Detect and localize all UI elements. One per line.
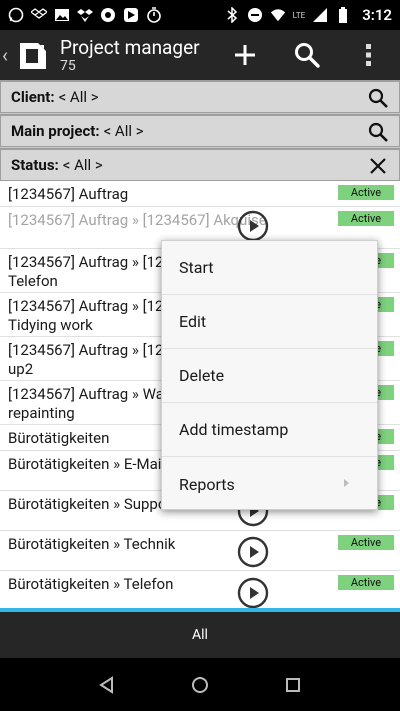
status-filter-value: < All > bbox=[62, 156, 103, 174]
action-buttons bbox=[214, 30, 400, 80]
main-project-filter[interactable]: Main project: < All > bbox=[0, 114, 400, 147]
search-icon bbox=[295, 43, 320, 68]
add-button[interactable] bbox=[214, 30, 276, 80]
navigation-bar bbox=[0, 658, 400, 711]
project-name: Bürotätigkeiten » Telefon bbox=[8, 575, 174, 593]
menu-item-start[interactable]: Start bbox=[162, 241, 377, 295]
menu-item-edit[interactable]: Edit bbox=[162, 295, 377, 349]
home-circle-icon bbox=[191, 676, 208, 693]
wifi-icon bbox=[270, 7, 286, 23]
app-logo-icon[interactable] bbox=[18, 39, 50, 71]
list-item[interactable]: Bürotätigkeiten » Technik Active bbox=[0, 531, 400, 571]
search-button[interactable] bbox=[276, 30, 338, 80]
project-name: [1234567] Auftrag bbox=[8, 185, 129, 203]
main-project-search-icon[interactable] bbox=[367, 121, 389, 143]
screen: LTE 3:12 ‹ Project manager 75 Client: < … bbox=[0, 0, 400, 711]
main-project-filter-label: Main project: bbox=[11, 122, 100, 140]
nav-home-button[interactable] bbox=[185, 670, 215, 700]
network-type-label: LTE bbox=[292, 10, 306, 20]
back-chevron-icon[interactable]: ‹ bbox=[2, 43, 16, 67]
video-icon bbox=[123, 7, 139, 23]
status-filter[interactable]: Status: < All > bbox=[0, 148, 400, 181]
title-block: Project manager 75 bbox=[60, 37, 200, 74]
project-count: 75 bbox=[60, 57, 76, 74]
project-name: [1234567] Auftrag » [1234567] Akquise bbox=[8, 211, 267, 229]
client-filter[interactable]: Client: < All > bbox=[0, 80, 400, 113]
client-filter-value: < All > bbox=[58, 88, 99, 106]
list-item[interactable]: Bürotätigkeiten » Telefon Active bbox=[0, 571, 400, 608]
menu-item-delete-label: Delete bbox=[179, 366, 225, 385]
status-badge: Active bbox=[338, 575, 394, 590]
clear-status-close-icon[interactable] bbox=[367, 155, 389, 177]
dropbox-icon bbox=[77, 7, 93, 23]
filter-panel: Client: < All > Main project: < All > St… bbox=[0, 80, 400, 181]
menu-item-reports[interactable]: Reports bbox=[162, 457, 377, 511]
menu-item-add-timestamp[interactable]: Add timestamp bbox=[162, 403, 377, 457]
menu-item-reports-label: Reports bbox=[179, 474, 235, 494]
status-filter-label: Status: bbox=[11, 156, 59, 174]
play-circle-icon[interactable] bbox=[237, 210, 269, 242]
add-icon bbox=[235, 45, 255, 65]
battery-icon bbox=[335, 7, 351, 23]
image-icon bbox=[54, 7, 70, 23]
tab-all-label: All bbox=[192, 627, 208, 643]
list-item[interactable]: [1234567] Auftrag Active bbox=[0, 181, 400, 207]
project-name: Bürotätigkeiten » Technik bbox=[8, 535, 176, 553]
menu-item-delete[interactable]: Delete bbox=[162, 349, 377, 403]
main-project-filter-value: < All > bbox=[103, 122, 144, 140]
back-triangle-icon bbox=[98, 675, 113, 694]
overflow-menu-icon bbox=[366, 44, 371, 66]
bluetooth-icon bbox=[224, 7, 240, 23]
status-bar: LTE 3:12 bbox=[0, 0, 400, 30]
recents-square-icon bbox=[286, 677, 301, 692]
page-title: Project manager bbox=[60, 35, 200, 59]
clock: 3:12 bbox=[362, 6, 392, 24]
play-circle-icon[interactable] bbox=[237, 577, 269, 608]
client-filter-label: Client: bbox=[11, 88, 55, 106]
client-search-icon[interactable] bbox=[367, 87, 389, 109]
menu-item-edit-label: Edit bbox=[179, 312, 207, 331]
tab-all[interactable]: All bbox=[0, 612, 400, 658]
action-bar: ‹ Project manager 75 bbox=[0, 30, 400, 80]
whatsapp-icon bbox=[8, 7, 24, 23]
system-icons: LTE 3:12 bbox=[224, 6, 392, 24]
nav-back-button[interactable] bbox=[92, 670, 122, 700]
nav-recents-button[interactable] bbox=[278, 670, 308, 700]
menu-item-start-label: Start bbox=[179, 258, 214, 277]
play-circle-icon[interactable] bbox=[237, 536, 269, 568]
context-menu: Start Edit Delete Add timestamp Reports bbox=[161, 240, 378, 510]
notification-icons bbox=[8, 7, 162, 23]
timer-icon bbox=[146, 7, 162, 23]
dropbox-outline-icon bbox=[31, 7, 47, 23]
status-badge: Active bbox=[338, 185, 394, 200]
overflow-menu-button[interactable] bbox=[338, 30, 400, 80]
status-badge: Active bbox=[338, 211, 394, 226]
signal-icon bbox=[312, 7, 328, 23]
circle-icon bbox=[100, 7, 116, 23]
menu-item-add-timestamp-label: Add timestamp bbox=[179, 420, 289, 439]
do-not-disturb-icon bbox=[247, 7, 263, 23]
status-badge: Active bbox=[338, 535, 394, 550]
submenu-arrow-icon bbox=[344, 479, 349, 487]
